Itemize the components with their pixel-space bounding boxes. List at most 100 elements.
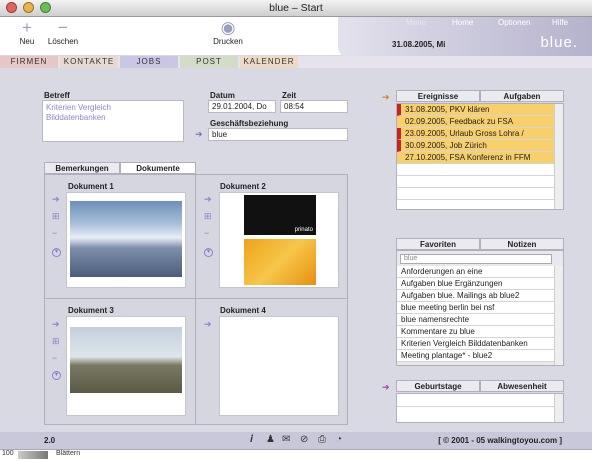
doc4-empty-box[interactable] <box>219 316 339 416</box>
bottom-strip: 100 Blättern <box>0 449 592 461</box>
tab-aufgaben[interactable]: Aufgaben <box>480 90 564 102</box>
minus-icon: − <box>58 18 68 37</box>
doc2-thumbnail-box[interactable]: prinato <box>219 192 339 288</box>
tab-notizen[interactable]: Notizen <box>480 238 564 250</box>
target-icon: ◉ <box>220 18 236 37</box>
nav-optionen[interactable]: Optionen <box>498 18 530 27</box>
geburtstage-scrollbar[interactable] <box>554 394 563 422</box>
nav-home[interactable]: Home <box>452 18 473 27</box>
doc3-add-icon[interactable]: ⊞ <box>52 336 60 347</box>
doc2-image-bottom <box>244 239 316 285</box>
header-band: Menu Home Optionen Hilfe blue. <box>338 17 592 57</box>
doc2-image-top: prinato <box>244 195 316 235</box>
tab-favoriten[interactable]: Favoriten <box>396 238 480 250</box>
doc3-image <box>70 327 182 393</box>
copyright-label: [ © 2001 - 05 walkingtoyou.com ] <box>438 436 562 445</box>
geburtstage-list <box>396 393 564 423</box>
app-window: blue – Start + Neu − Löschen ◉ Drucken M… <box>0 0 592 449</box>
nav-menu[interactable]: Menu <box>406 18 426 27</box>
betreff-field[interactable]: Kriterien Vergleich Bilddatenbanken <box>42 100 184 142</box>
favorit-row[interactable]: Kriterien Vergleich Bilddatenbanken <box>397 338 555 350</box>
doc3-arrow-icon[interactable]: ➔ <box>52 319 60 330</box>
tab-kalender[interactable]: KALENDER <box>240 56 298 68</box>
doc1-title: Dokument 1 <box>68 182 114 191</box>
beziehung-field[interactable]: blue <box>208 128 348 141</box>
blaettern-label: Blättern <box>56 450 81 457</box>
new-button[interactable]: + Neu <box>8 19 46 47</box>
tab-geburtstage[interactable]: Geburtstage <box>396 380 480 392</box>
zeit-label: Zeit <box>282 91 297 100</box>
window-title: blue – Start <box>269 2 323 14</box>
arrow-right-icon[interactable]: ➔ <box>195 129 203 140</box>
tab-dokumente[interactable]: Dokumente <box>120 162 196 174</box>
print-icon[interactable]: ⎙ <box>318 434 326 445</box>
ereignis-empty-row <box>397 176 555 188</box>
doc2-remove-icon[interactable]: − <box>204 228 209 238</box>
favorit-row[interactable]: blue namensrechte <box>397 314 555 326</box>
favorit-row[interactable]: Anforderungen an eine <box>397 266 555 278</box>
geburtstage-arrow-icon[interactable]: ➔ <box>382 382 390 393</box>
print-button[interactable]: ◉ Drucken <box>206 18 250 47</box>
ereignisse-arrow-icon[interactable]: ➔ <box>382 92 390 103</box>
doc2-title: Dokument 2 <box>220 182 266 191</box>
version-label: 2.0 <box>44 436 56 445</box>
current-date: 31.08.2005, Mi <box>392 40 446 49</box>
documents-divider-v <box>195 174 196 425</box>
zeit-field[interactable]: 08:54 <box>280 100 348 113</box>
ereignis-row[interactable]: 30.09.2005, Job Zürich <box>397 140 555 152</box>
user-icon[interactable]: ♟ <box>266 434 275 445</box>
tab-kontakte[interactable]: KONTAKTE <box>60 56 118 68</box>
doc1-thumbnail-box[interactable] <box>66 192 186 288</box>
favorit-row[interactable]: Aufgaben blue. Mailings ab blue2 <box>397 290 555 302</box>
tab-bemerkungen[interactable]: Bemerkungen <box>44 162 120 174</box>
doc2-add-icon[interactable]: ⊞ <box>204 211 212 222</box>
doc3-remove-icon[interactable]: − <box>52 353 57 363</box>
doc2-down-icon[interactable]: ▼ <box>204 248 213 257</box>
favoriten-scrollbar[interactable] <box>554 266 563 365</box>
doc1-down-icon[interactable]: ▼ <box>52 248 61 257</box>
ereignis-empty-row <box>397 188 555 200</box>
favoriten-search-input[interactable]: blue <box>400 254 552 264</box>
ereignis-row[interactable]: 27.10.2005, FSA Konferenz in FFM <box>397 152 555 164</box>
beziehung-label: Geschäftsbeziehung <box>210 119 289 128</box>
datum-field[interactable]: 29.01.2004, Do <box>208 100 276 113</box>
delete-button-label: Löschen <box>47 37 79 46</box>
zoom-slider[interactable] <box>18 451 48 459</box>
doc1-add-icon[interactable]: ⊞ <box>52 211 60 222</box>
mail-icon[interactable]: ✉ <box>282 434 290 445</box>
doc3-thumbnail-box[interactable] <box>66 316 186 416</box>
tab-jobs[interactable]: JOBS <box>120 56 178 68</box>
favorit-row[interactable]: Kommentare zu blue <box>397 326 555 338</box>
ereignis-row[interactable]: 02.09.2005, Feedback zu FSA <box>397 116 555 128</box>
ereignis-row[interactable]: 31.08.2005, PKV klären <box>397 104 555 116</box>
tab-firmen[interactable]: FIRMEN <box>0 56 58 68</box>
status-bar: 2.0 𝒊 ♟ ✉ ⊘ ⎙ ◔ [ © 2001 - 05 walkingtoy… <box>0 432 592 449</box>
tab-abwesenheit[interactable]: Abwesenheit <box>480 380 564 392</box>
tab-post[interactable]: POST <box>180 56 238 68</box>
doc4-title: Dokument 4 <box>220 306 266 315</box>
link-icon[interactable]: ⊘ <box>300 434 308 445</box>
ereignis-empty-row <box>397 164 555 176</box>
favorit-row[interactable]: Meeting plantage* - blue2 <box>397 350 555 362</box>
doc1-image <box>70 201 182 277</box>
zoom-level[interactable]: 100 <box>2 450 14 457</box>
nav-hilfe[interactable]: Hilfe <box>552 18 568 27</box>
delete-button[interactable]: − Löschen <box>44 18 82 47</box>
doc1-remove-icon[interactable]: − <box>52 228 57 238</box>
documents-divider-h <box>44 298 348 299</box>
ereignis-row[interactable]: 23.09.2005, Urlaub Gross Lohra / <box>397 128 555 140</box>
doc4-arrow-icon[interactable]: ➔ <box>204 319 212 330</box>
main-tabs: FIRMEN KONTAKTE JOBS POST KALENDER <box>0 56 592 68</box>
doc3-title: Dokument 3 <box>68 306 114 315</box>
doc1-arrow-icon[interactable]: ➔ <box>52 194 60 205</box>
ereignisse-scrollbar[interactable] <box>554 104 563 209</box>
clock-icon[interactable]: ◔ <box>336 434 342 445</box>
info-icon[interactable]: 𝒊 <box>250 434 253 445</box>
title-bar: blue – Start <box>0 0 592 17</box>
tab-ereignisse[interactable]: Ereignisse <box>396 90 480 102</box>
doc2-arrow-icon[interactable]: ➔ <box>204 194 212 205</box>
favorit-row[interactable]: blue meeting berlin bei nsf <box>397 302 555 314</box>
betreff-label: Betreff <box>44 91 70 100</box>
doc3-down-icon[interactable]: ▼ <box>52 371 61 380</box>
favorit-row[interactable]: Aufgaben blue Ergänzungen <box>397 278 555 290</box>
